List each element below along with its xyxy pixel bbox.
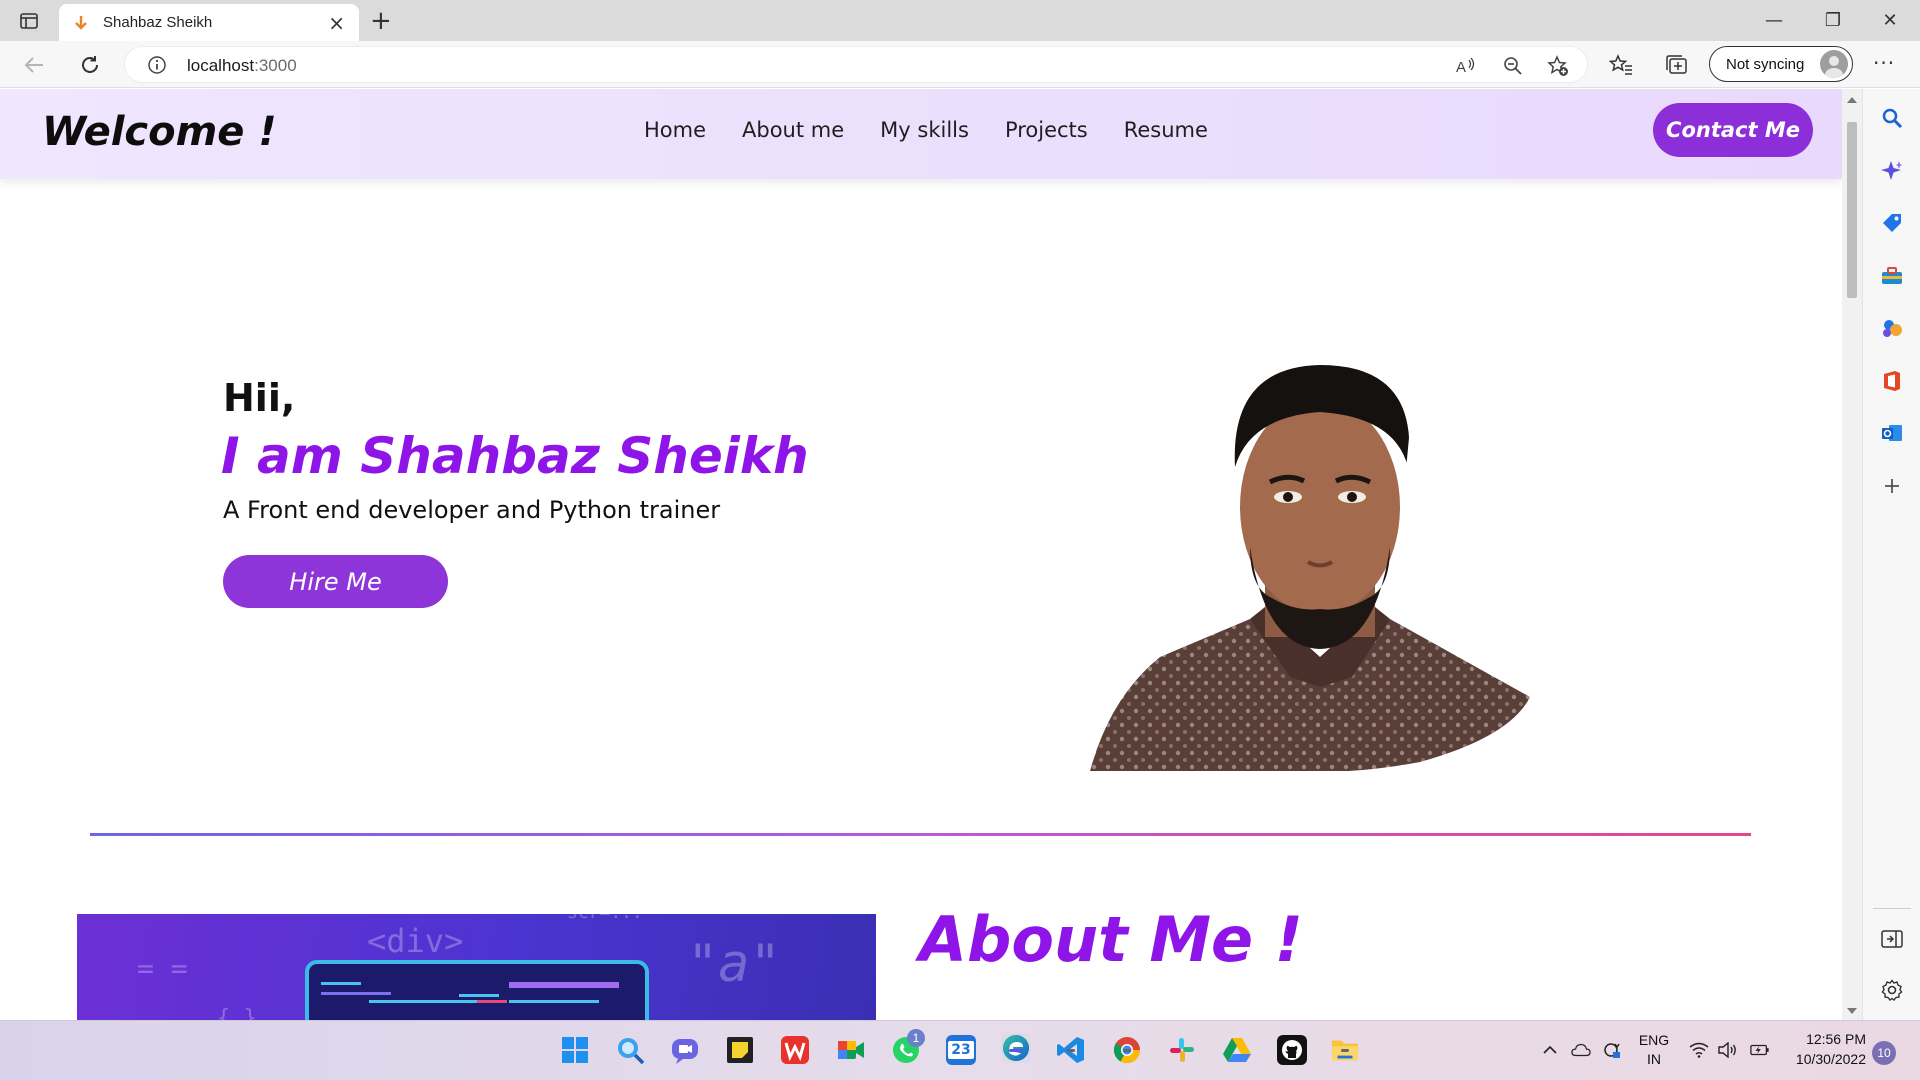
code-text-div: <div>	[367, 922, 464, 960]
tab-actions-icon[interactable]	[18, 10, 40, 32]
code-text-braces: { }	[217, 1006, 257, 1020]
language-region[interactable]: IN	[1636, 1051, 1672, 1067]
nav-projects[interactable]: Projects	[1005, 118, 1088, 142]
windows-start-icon[interactable]	[560, 1035, 590, 1065]
profile-photo	[1090, 365, 1530, 771]
more-options-icon[interactable]: ···	[1873, 51, 1895, 75]
code-text-script: scr=...	[567, 914, 643, 923]
laptop-graphic	[305, 960, 649, 1020]
games-icon[interactable]	[1880, 316, 1904, 340]
clock-date[interactable]: 10/30/2022	[1782, 1051, 1866, 1067]
edge-sidebar	[1862, 89, 1920, 1020]
clock-time[interactable]: 12:56 PM	[1782, 1031, 1866, 1047]
collections-icon[interactable]	[1664, 53, 1688, 77]
profile-sync-button[interactable]: Not syncing	[1709, 46, 1853, 82]
site-menu: Home About me My skills Projects Resume	[644, 118, 1208, 142]
minimize-button[interactable]: —	[1746, 0, 1802, 41]
office-icon[interactable]	[1880, 369, 1904, 393]
restore-button[interactable]: ❐	[1805, 0, 1861, 41]
site-brand[interactable]: Welcome !	[42, 109, 277, 155]
about-illustration: <div> = = { } scr=... "a"	[77, 914, 876, 1020]
nav-about-me[interactable]: About me	[742, 118, 844, 142]
edge-active-indicator	[1009, 1049, 1023, 1052]
sync-label: Not syncing	[1726, 55, 1805, 73]
nav-resume[interactable]: Resume	[1124, 118, 1208, 142]
tools-briefcase-icon[interactable]	[1880, 264, 1904, 288]
edge-icon[interactable]	[1001, 1033, 1031, 1063]
read-aloud-icon[interactable]: A	[1455, 55, 1477, 77]
sidebar-divider	[1873, 908, 1911, 909]
settings-gear-icon[interactable]	[1880, 978, 1904, 1002]
add-favorite-icon[interactable]	[1547, 55, 1569, 77]
avatar	[1820, 50, 1848, 78]
address-bar[interactable]: localhost:3000 A	[124, 46, 1588, 83]
hero-tagline: A Front end developer and Python trainer	[223, 496, 721, 524]
favorites-icon[interactable]	[1609, 53, 1633, 77]
page-viewport: Welcome ! Home About me My skills Projec…	[0, 89, 1842, 1020]
language-code[interactable]: ENG	[1636, 1032, 1672, 1048]
browser-tab[interactable]: Shahbaz Sheikh ×	[59, 4, 359, 41]
scroll-up-arrow[interactable]	[1847, 97, 1857, 103]
page-scrollbar[interactable]	[1842, 89, 1862, 1020]
chat-icon[interactable]	[670, 1035, 700, 1065]
hero-greeting: Hii,	[223, 376, 296, 420]
site-navbar: Welcome ! Home About me My skills Projec…	[0, 89, 1842, 179]
wps-office-icon[interactable]	[780, 1035, 810, 1065]
code-text-equals: = =	[137, 952, 188, 985]
outlook-icon[interactable]	[1880, 421, 1904, 445]
search-icon[interactable]	[1880, 106, 1904, 130]
code-text-quote: "a"	[687, 934, 781, 994]
sync-status-icon[interactable]	[1601, 1040, 1621, 1060]
slack-icon[interactable]	[1167, 1035, 1197, 1065]
tab-close-icon[interactable]: ×	[328, 11, 345, 35]
chrome-running-indicator	[1123, 1049, 1131, 1052]
battery-charging-icon[interactable]	[1750, 1040, 1770, 1060]
refresh-icon[interactable]	[75, 50, 105, 80]
volume-icon[interactable]	[1718, 1040, 1738, 1060]
calendar-icon[interactable]: 23	[946, 1035, 976, 1065]
google-drive-icon[interactable]	[1222, 1035, 1252, 1065]
about-title: About Me !	[919, 903, 1303, 976]
shopping-tag-icon[interactable]	[1880, 211, 1904, 235]
nav-home[interactable]: Home	[644, 118, 706, 142]
close-window-button[interactable]: ✕	[1862, 0, 1918, 41]
add-sidebar-app-icon[interactable]	[1880, 474, 1904, 498]
onedrive-cloud-icon[interactable]	[1571, 1040, 1591, 1060]
section-divider	[90, 833, 1751, 836]
zoom-out-icon[interactable]	[1502, 55, 1524, 77]
wifi-icon[interactable]	[1689, 1040, 1709, 1060]
new-tab-button[interactable]: +	[370, 6, 392, 36]
scroll-down-arrow[interactable]	[1847, 1008, 1857, 1014]
hide-sidebar-icon[interactable]	[1880, 927, 1904, 951]
taskbar-search-icon[interactable]	[615, 1035, 645, 1065]
whatsapp-badge: 1	[907, 1029, 925, 1047]
vscode-running-indicator	[1067, 1049, 1075, 1052]
contact-me-button[interactable]: Contact Me	[1653, 103, 1813, 157]
svg-text:A: A	[1456, 59, 1466, 76]
hero-name: I am Shahbaz Sheikh	[221, 427, 809, 485]
download-arrow-icon	[75, 15, 87, 30]
github-icon[interactable]	[1277, 1035, 1307, 1065]
back-icon[interactable]	[19, 50, 49, 80]
browser-toolbar: localhost:3000 A Not syncing ···	[0, 41, 1920, 88]
explorer-running-indicator	[1341, 1049, 1349, 1052]
google-meet-icon[interactable]	[836, 1035, 866, 1065]
calendar-day: 23	[948, 1041, 974, 1059]
scroll-thumb[interactable]	[1847, 122, 1857, 298]
sticky-notes-icon[interactable]	[725, 1035, 755, 1065]
tab-strip: Shahbaz Sheikh × + — ❐ ✕	[0, 0, 1920, 41]
site-info-icon[interactable]	[147, 55, 167, 75]
show-hidden-icons-chevron-icon[interactable]	[1540, 1040, 1560, 1060]
url-text[interactable]: localhost:3000	[187, 56, 297, 76]
hire-me-button[interactable]: Hire Me	[223, 555, 448, 608]
tab-title: Shahbaz Sheikh	[103, 14, 213, 31]
nav-my-skills[interactable]: My skills	[880, 118, 969, 142]
discover-sparkle-icon[interactable]	[1880, 159, 1904, 183]
notification-count-badge[interactable]: 10	[1872, 1041, 1896, 1065]
